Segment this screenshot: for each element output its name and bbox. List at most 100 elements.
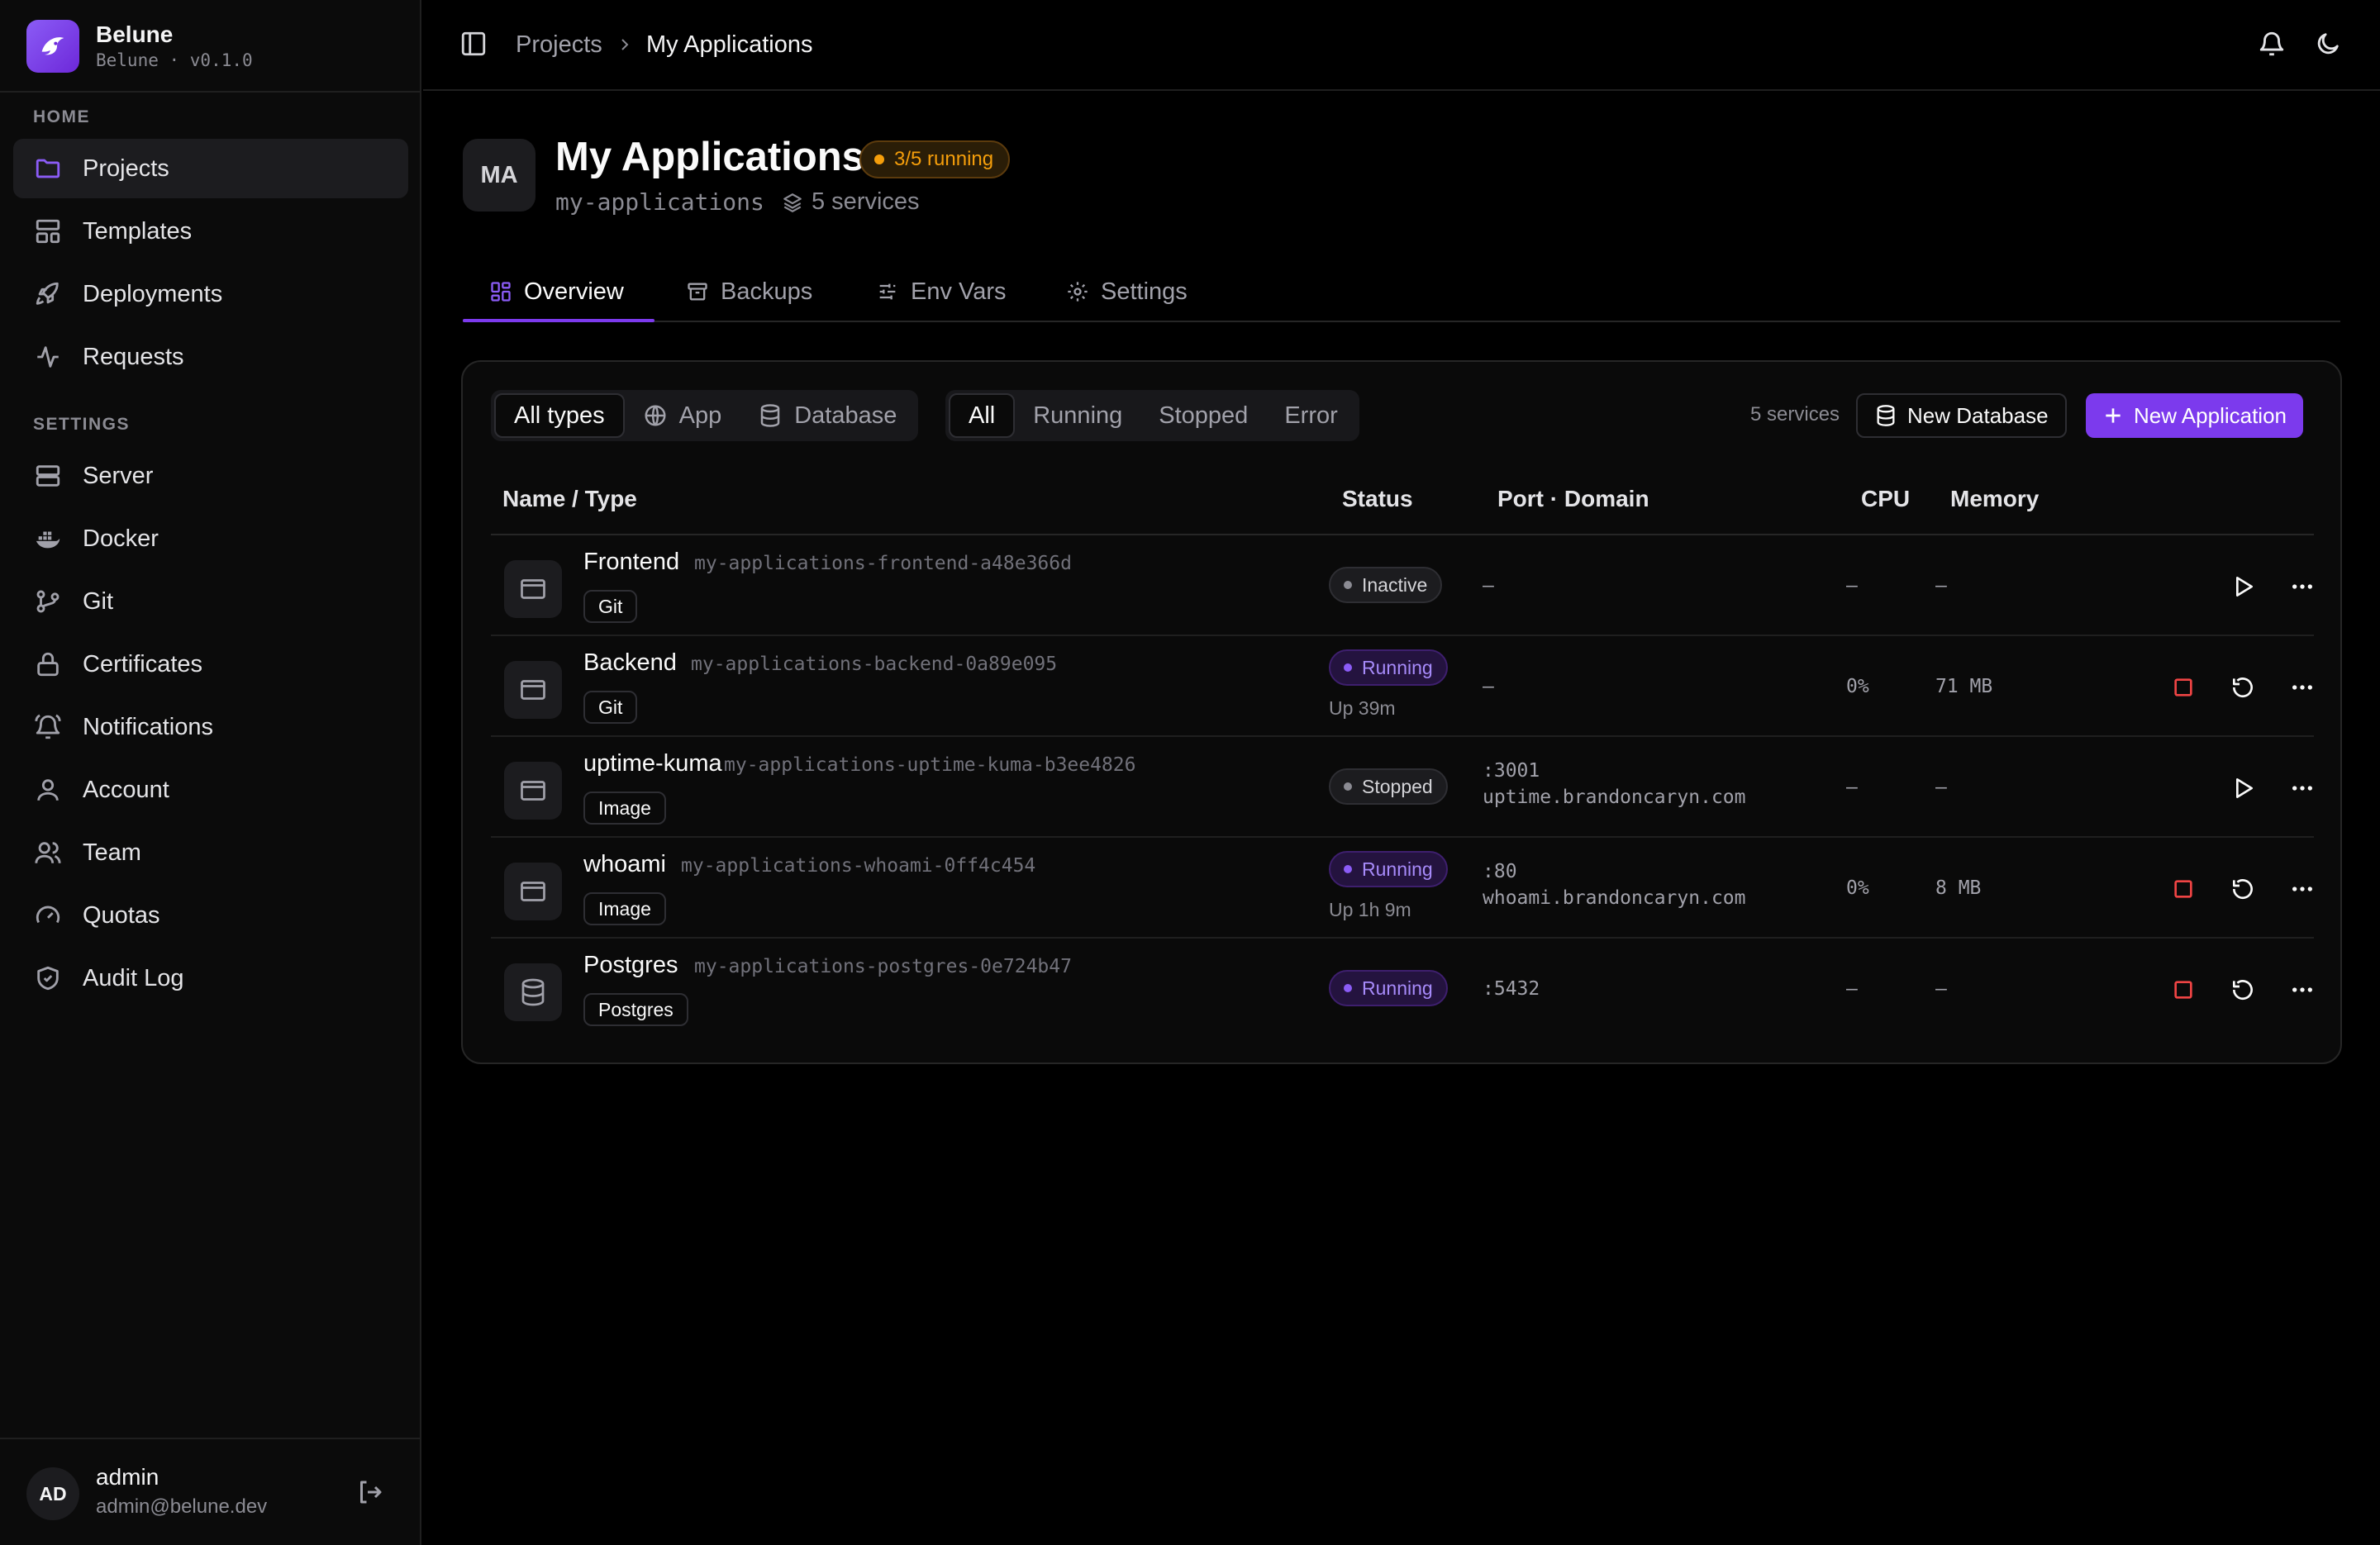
restart-icon[interactable] (2226, 671, 2259, 704)
table-row[interactable]: whoami my-applications-whoami-0ff4c454 I… (491, 838, 2314, 939)
filter-running[interactable]: Running (1015, 393, 1140, 438)
tab-label: Settings (1101, 278, 1188, 305)
button-label: New Database (1907, 402, 2049, 428)
filter-all-types[interactable]: All types (494, 393, 625, 438)
stop-icon[interactable] (2167, 872, 2200, 906)
layers-icon (782, 192, 812, 213)
sidebar-item-docker[interactable]: Docker (13, 509, 408, 568)
service-port: – (1483, 676, 1494, 697)
tab-backups[interactable]: Backups (686, 261, 812, 322)
status-badge: Inactive (1329, 567, 1443, 603)
tab-label: Env Vars (911, 278, 1007, 305)
play-icon[interactable] (2226, 570, 2259, 603)
filter-app[interactable]: App (625, 393, 740, 438)
status-filter: All Running Stopped Error (945, 390, 1359, 441)
service-cpu: 0% (1846, 877, 1869, 899)
nav-section-settings: SETTINGS (33, 415, 131, 434)
table-row[interactable]: Backend my-applications-backend-0a89e095… (491, 636, 2314, 737)
brand-logo-icon (26, 20, 79, 73)
plus-icon (2102, 405, 2134, 426)
service-domain[interactable]: whoami.brandoncaryn.com (1483, 887, 1746, 909)
sidebar-item-notifications[interactable]: Notifications (13, 697, 408, 757)
service-name[interactable]: uptime-kuma (583, 750, 722, 777)
filter-stopped[interactable]: Stopped (1140, 393, 1266, 438)
column-header-status[interactable]: Status (1342, 486, 1413, 512)
tab-env-vars[interactable]: Env Vars (876, 261, 1007, 322)
status-dot (1344, 782, 1352, 791)
brand[interactable]: Belune Belune · v0.1.0 (26, 18, 253, 74)
brand-version: Belune · v0.1.0 (96, 50, 253, 70)
database-icon (504, 963, 562, 1021)
more-icon[interactable] (2286, 772, 2319, 805)
service-name[interactable]: Postgres (583, 952, 678, 979)
sidebar-item-label: Docker (83, 525, 159, 552)
sidebar-item-label: Git (83, 587, 114, 615)
sidebar-item-label: Audit Log (83, 964, 184, 991)
more-icon[interactable] (2286, 973, 2319, 1006)
service-domain[interactable]: uptime.brandoncaryn.com (1483, 787, 1746, 808)
service-slug: my-applications-frontend-a48e366d (694, 553, 1072, 574)
service-name[interactable]: whoami (583, 851, 666, 878)
restart-icon[interactable] (2226, 973, 2259, 1006)
sidebar-item-label: Notifications (83, 713, 213, 740)
status-dot (1344, 663, 1352, 672)
bell-icon[interactable] (2258, 30, 2289, 61)
more-icon[interactable] (2286, 570, 2319, 603)
tab-overview[interactable]: Overview (489, 261, 624, 322)
service-port: – (1483, 575, 1494, 597)
status-badge: 3/5 running (859, 140, 1011, 178)
logout-icon[interactable] (355, 1477, 388, 1510)
sidebar-item-label: Deployments (83, 280, 223, 307)
more-icon[interactable] (2286, 872, 2319, 906)
table-row[interactable]: Frontend my-applications-frontend-a48e36… (491, 535, 2314, 636)
sidebar-item-audit-log[interactable]: Audit Log (13, 948, 408, 1008)
column-header-port[interactable]: Port · Domain (1497, 486, 1649, 512)
sidebar-toggle-icon[interactable] (459, 30, 491, 61)
sidebar-item-server[interactable]: Server (13, 446, 408, 506)
sidebar-item-label: Server (83, 462, 154, 489)
more-icon[interactable] (2286, 671, 2319, 704)
column-header-memory[interactable]: Memory (1950, 486, 2039, 512)
avatar[interactable]: AD (26, 1467, 79, 1520)
service-cpu: – (1846, 777, 1858, 798)
sidebar-item-git[interactable]: Git (13, 572, 408, 631)
activity-icon (33, 342, 63, 372)
service-memory: 8 MB (1935, 877, 1982, 899)
filter-error[interactable]: Error (1266, 393, 1355, 438)
brand-name: Belune (96, 21, 174, 47)
filter-all[interactable]: All (949, 393, 1016, 438)
column-header-cpu[interactable]: CPU (1861, 486, 1910, 512)
column-header-name[interactable]: Name / Type (502, 486, 637, 512)
git-branch-icon (33, 587, 63, 616)
source-tag: Image (583, 792, 666, 825)
stop-icon[interactable] (2167, 973, 2200, 1006)
sidebar-item-projects[interactable]: Projects (13, 139, 408, 198)
sidebar-item-label: Quotas (83, 901, 160, 929)
new-application-button[interactable]: New Application (2086, 393, 2303, 438)
breadcrumb-projects[interactable]: Projects (516, 31, 602, 59)
service-name[interactable]: Frontend (583, 549, 679, 576)
app-window-icon (504, 661, 562, 719)
play-icon[interactable] (2226, 772, 2259, 805)
sidebar-item-certificates[interactable]: Certificates (13, 635, 408, 694)
sidebar: Belune Belune · v0.1.0 HOME Projects Tem… (0, 0, 421, 1545)
sidebar-item-requests[interactable]: Requests (13, 327, 408, 387)
restart-icon[interactable] (2226, 872, 2259, 906)
tab-settings[interactable]: Settings (1066, 261, 1188, 322)
table-row[interactable]: uptime-kuma my-applications-uptime-kuma-… (491, 737, 2314, 838)
type-filter: All types App Database (491, 390, 919, 441)
moon-icon[interactable] (2314, 30, 2345, 61)
table-row[interactable]: Postgres my-applications-postgres-0e724b… (491, 939, 2314, 1039)
service-count: 5 services (782, 188, 920, 216)
sidebar-item-quotas[interactable]: Quotas (13, 886, 408, 945)
sidebar-item-templates[interactable]: Templates (13, 202, 408, 261)
filter-database[interactable]: Database (740, 393, 915, 438)
sidebar-item-deployments[interactable]: Deployments (13, 264, 408, 324)
sidebar-item-team[interactable]: Team (13, 823, 408, 882)
stop-icon[interactable] (2167, 671, 2200, 704)
new-database-button[interactable]: New Database (1856, 393, 2067, 438)
button-label: New Application (2134, 402, 2287, 428)
sidebar-item-account[interactable]: Account (13, 760, 408, 820)
service-count-label: 5 services (812, 188, 920, 215)
service-name[interactable]: Backend (583, 649, 677, 677)
